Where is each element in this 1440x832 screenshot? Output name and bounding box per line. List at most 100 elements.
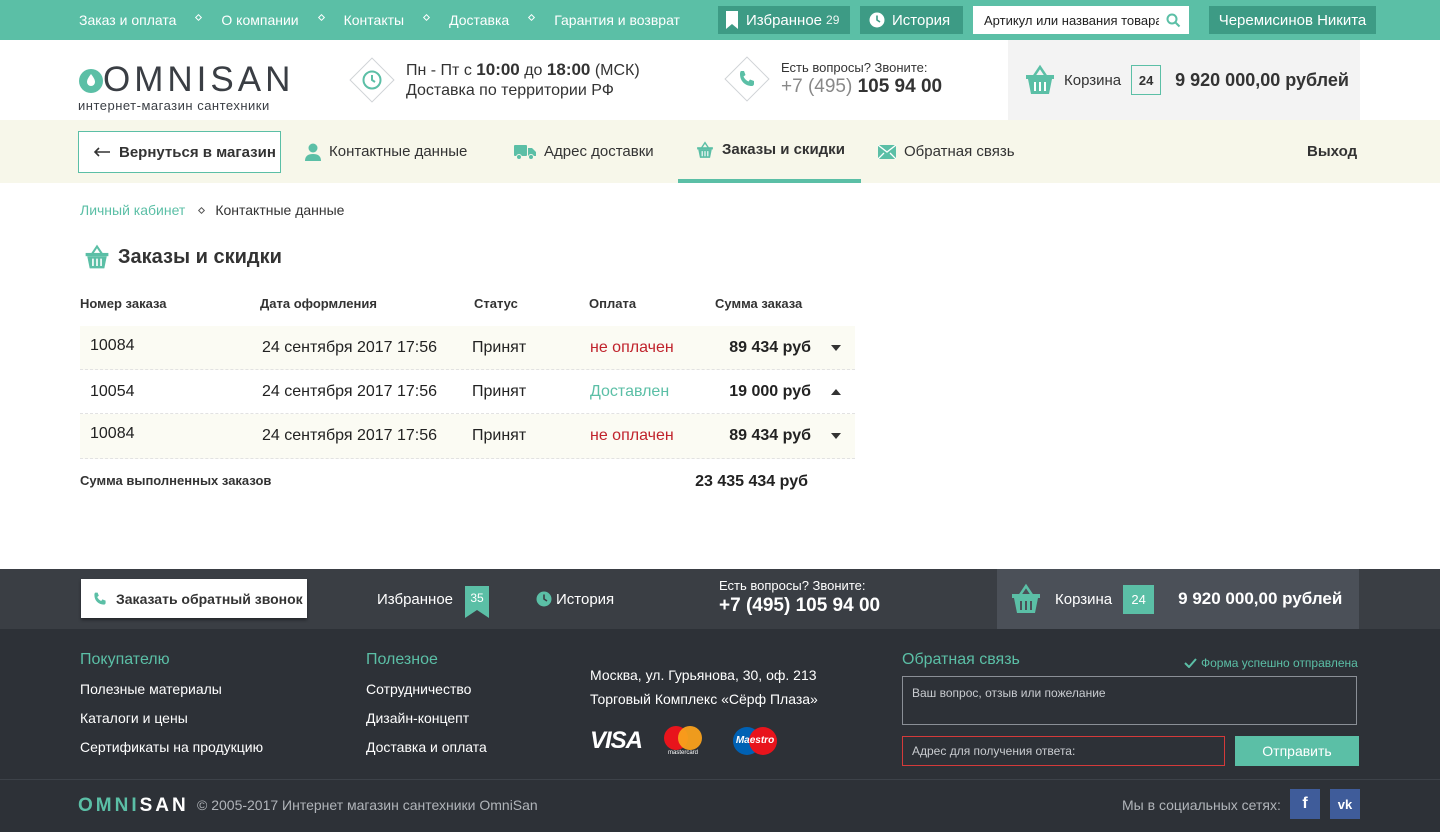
footer-history-label: История bbox=[556, 590, 615, 608]
collapse-toggle[interactable] bbox=[811, 388, 855, 395]
cart-label: Корзина bbox=[1064, 71, 1122, 89]
user-account-button[interactable]: Черемисинов Никита bbox=[1209, 6, 1376, 34]
bookmark-icon bbox=[726, 11, 738, 29]
order-sum: 89 434 руб bbox=[729, 427, 811, 444]
feedback-success: Форма успешно отправлена bbox=[1184, 656, 1358, 670]
nav-warranty[interactable]: Гарантия и возврат bbox=[554, 12, 680, 28]
drop-icon bbox=[79, 69, 103, 93]
basket-icon bbox=[697, 140, 713, 158]
feedback-success-text: Форма успешно отправлена bbox=[1201, 656, 1358, 670]
favorites-count: 29 bbox=[826, 13, 840, 27]
logo-omni: OMNI bbox=[103, 60, 211, 99]
table-row[interactable]: 10084 24 сентября 2017 17:56 Принят не о… bbox=[80, 326, 855, 370]
footer-cart[interactable]: Корзина 24 9 920 000,00 рублей bbox=[997, 569, 1359, 629]
page-title-text: Заказы и скидки bbox=[118, 245, 282, 268]
footer-favorites-label: Избранное bbox=[377, 590, 454, 608]
social-label: Мы в социальных сетях: bbox=[1122, 797, 1281, 813]
orders-total: Сумма выполненных заказов 23 435 434 руб bbox=[80, 473, 808, 491]
favorites-button[interactable]: Избранное 29 bbox=[718, 6, 850, 34]
tab-label: Заказы и скидки bbox=[722, 141, 845, 158]
send-button[interactable]: Отправить bbox=[1235, 736, 1359, 766]
order-status: Принят bbox=[472, 338, 527, 356]
back-to-shop-button[interactable]: Вернуться в магазин bbox=[78, 131, 281, 173]
footer-link-catalogs[interactable]: Каталоги и цены bbox=[80, 710, 263, 726]
mastercard-logo: mastercard bbox=[662, 725, 704, 757]
caret-up-icon bbox=[831, 388, 841, 395]
logout-link[interactable]: Выход bbox=[1307, 120, 1357, 183]
history-label: История bbox=[892, 11, 951, 29]
footer-link-materials[interactable]: Полезные материалы bbox=[80, 681, 263, 697]
footer-favorites-count: 35 bbox=[470, 591, 484, 605]
footer-link-delivery[interactable]: Доставка и оплата bbox=[366, 739, 487, 755]
tab-label: Обратная связь bbox=[904, 143, 1015, 160]
order-number: 10054 bbox=[90, 382, 135, 400]
header-phone: Есть вопросы? Звоните: +7 (495) 105 94 0… bbox=[724, 56, 942, 102]
facebook-icon[interactable]: f bbox=[1290, 789, 1320, 819]
footer-favorites[interactable]: Избранное 35 bbox=[377, 569, 489, 629]
breadcrumb-account[interactable]: Личный кабинет bbox=[80, 202, 185, 218]
footer-link-cooperation[interactable]: Сотрудничество bbox=[366, 681, 487, 697]
logo[interactable]: OMNI SAN интернет-магазин сантехники bbox=[78, 60, 294, 113]
footer-logo[interactable]: OMNISAN bbox=[78, 795, 189, 817]
phone-icon-frame bbox=[724, 56, 770, 102]
tab-orders-discounts[interactable]: Заказы и скидки bbox=[678, 120, 861, 183]
breadcrumb-separator bbox=[198, 206, 206, 214]
checkmark-icon bbox=[1184, 658, 1197, 668]
expand-toggle[interactable] bbox=[811, 433, 855, 439]
nav-separator bbox=[423, 13, 431, 21]
search-icon[interactable] bbox=[1166, 13, 1181, 28]
footer-column-buyers: Покупателю Полезные материалы Каталоги и… bbox=[80, 651, 263, 768]
order-sum: 89 434 руб bbox=[729, 338, 811, 356]
footer-cart-count: 24 bbox=[1123, 584, 1155, 614]
footer-link-design[interactable]: Дизайн-концепт bbox=[366, 710, 487, 726]
tab-delivery-address[interactable]: Адрес доставки bbox=[514, 120, 654, 183]
order-payment: не оплачен bbox=[590, 338, 674, 356]
table-row[interactable]: 10084 24 сентября 2017 17:56 Принят не о… bbox=[80, 414, 855, 459]
feedback-message-field[interactable] bbox=[902, 676, 1357, 725]
footer-phone-number[interactable]: +7 (495) 105 94 00 bbox=[719, 595, 880, 617]
feedback-email-field[interactable] bbox=[902, 736, 1225, 766]
cart-count: 24 bbox=[1131, 65, 1162, 95]
order-status: Принят bbox=[472, 427, 527, 444]
basket-icon bbox=[1012, 583, 1040, 613]
expand-toggle[interactable] bbox=[811, 344, 855, 351]
footer-phone: Есть вопросы? Звоните: +7 (495) 105 94 0… bbox=[719, 578, 880, 617]
top-bar: Заказ и оплата О компании Контакты Доста… bbox=[0, 0, 1440, 40]
breadcrumb: Личный кабинет Контактные данные bbox=[80, 202, 344, 218]
order-date: 24 сентября 2017 17:56 bbox=[262, 427, 438, 444]
header-status: Статус bbox=[474, 296, 518, 311]
address-line: Торговый Комплекс «Сёрф Плаза» bbox=[590, 691, 818, 707]
history-button[interactable]: История bbox=[860, 6, 963, 34]
tab-label: Адрес доставки bbox=[544, 143, 654, 160]
nav-order-payment[interactable]: Заказ и оплата bbox=[79, 12, 176, 28]
footer-bar: Заказать обратный звонок Избранное 35 Ис… bbox=[0, 569, 1440, 629]
vk-icon[interactable]: vk bbox=[1330, 789, 1360, 819]
phone-number[interactable]: +7 (495) 105 94 00 bbox=[781, 76, 942, 98]
table-row[interactable]: 10054 24 сентября 2017 17:56 Принят Дост… bbox=[80, 370, 855, 414]
breadcrumb-current: Контактные данные bbox=[215, 202, 345, 218]
footer-history[interactable]: История bbox=[536, 569, 614, 629]
footer-logo-omni: OMNI bbox=[78, 795, 140, 816]
footer-column-title: Полезное bbox=[366, 651, 438, 668]
tab-contact-data[interactable]: Контактные данные bbox=[305, 120, 467, 183]
footer-phone-question: Есть вопросы? Звоните: bbox=[719, 578, 866, 593]
callback-button[interactable]: Заказать обратный звонок bbox=[81, 579, 307, 618]
nav-delivery[interactable]: Доставка bbox=[449, 12, 509, 28]
delivery-note: Доставка по территории РФ bbox=[406, 82, 614, 99]
phone-icon bbox=[740, 71, 754, 86]
clock-icon-frame bbox=[349, 57, 395, 103]
payment-methods: VISA mastercard Maestro bbox=[590, 725, 778, 757]
cart-sum: 9 920 000,00 рублей bbox=[1175, 69, 1349, 90]
nav-about[interactable]: О компании bbox=[221, 12, 298, 28]
account-nav: Вернуться в магазин Контактные данные Ад… bbox=[0, 120, 1440, 183]
nav-contacts[interactable]: Контакты bbox=[344, 12, 404, 28]
tab-feedback[interactable]: Обратная связь bbox=[878, 120, 1015, 183]
header-payment: Оплата bbox=[589, 296, 637, 311]
nav-separator bbox=[195, 13, 203, 21]
callback-label: Заказать обратный звонок bbox=[116, 590, 303, 607]
order-sum: 19 000 руб bbox=[729, 382, 811, 400]
header-cart[interactable]: Корзина 24 9 920 000,00 рублей bbox=[1008, 40, 1360, 120]
footer-link-certificates[interactable]: Сертификаты на продукцию bbox=[80, 739, 263, 755]
phone-icon bbox=[94, 592, 106, 605]
search-input[interactable] bbox=[973, 6, 1159, 34]
